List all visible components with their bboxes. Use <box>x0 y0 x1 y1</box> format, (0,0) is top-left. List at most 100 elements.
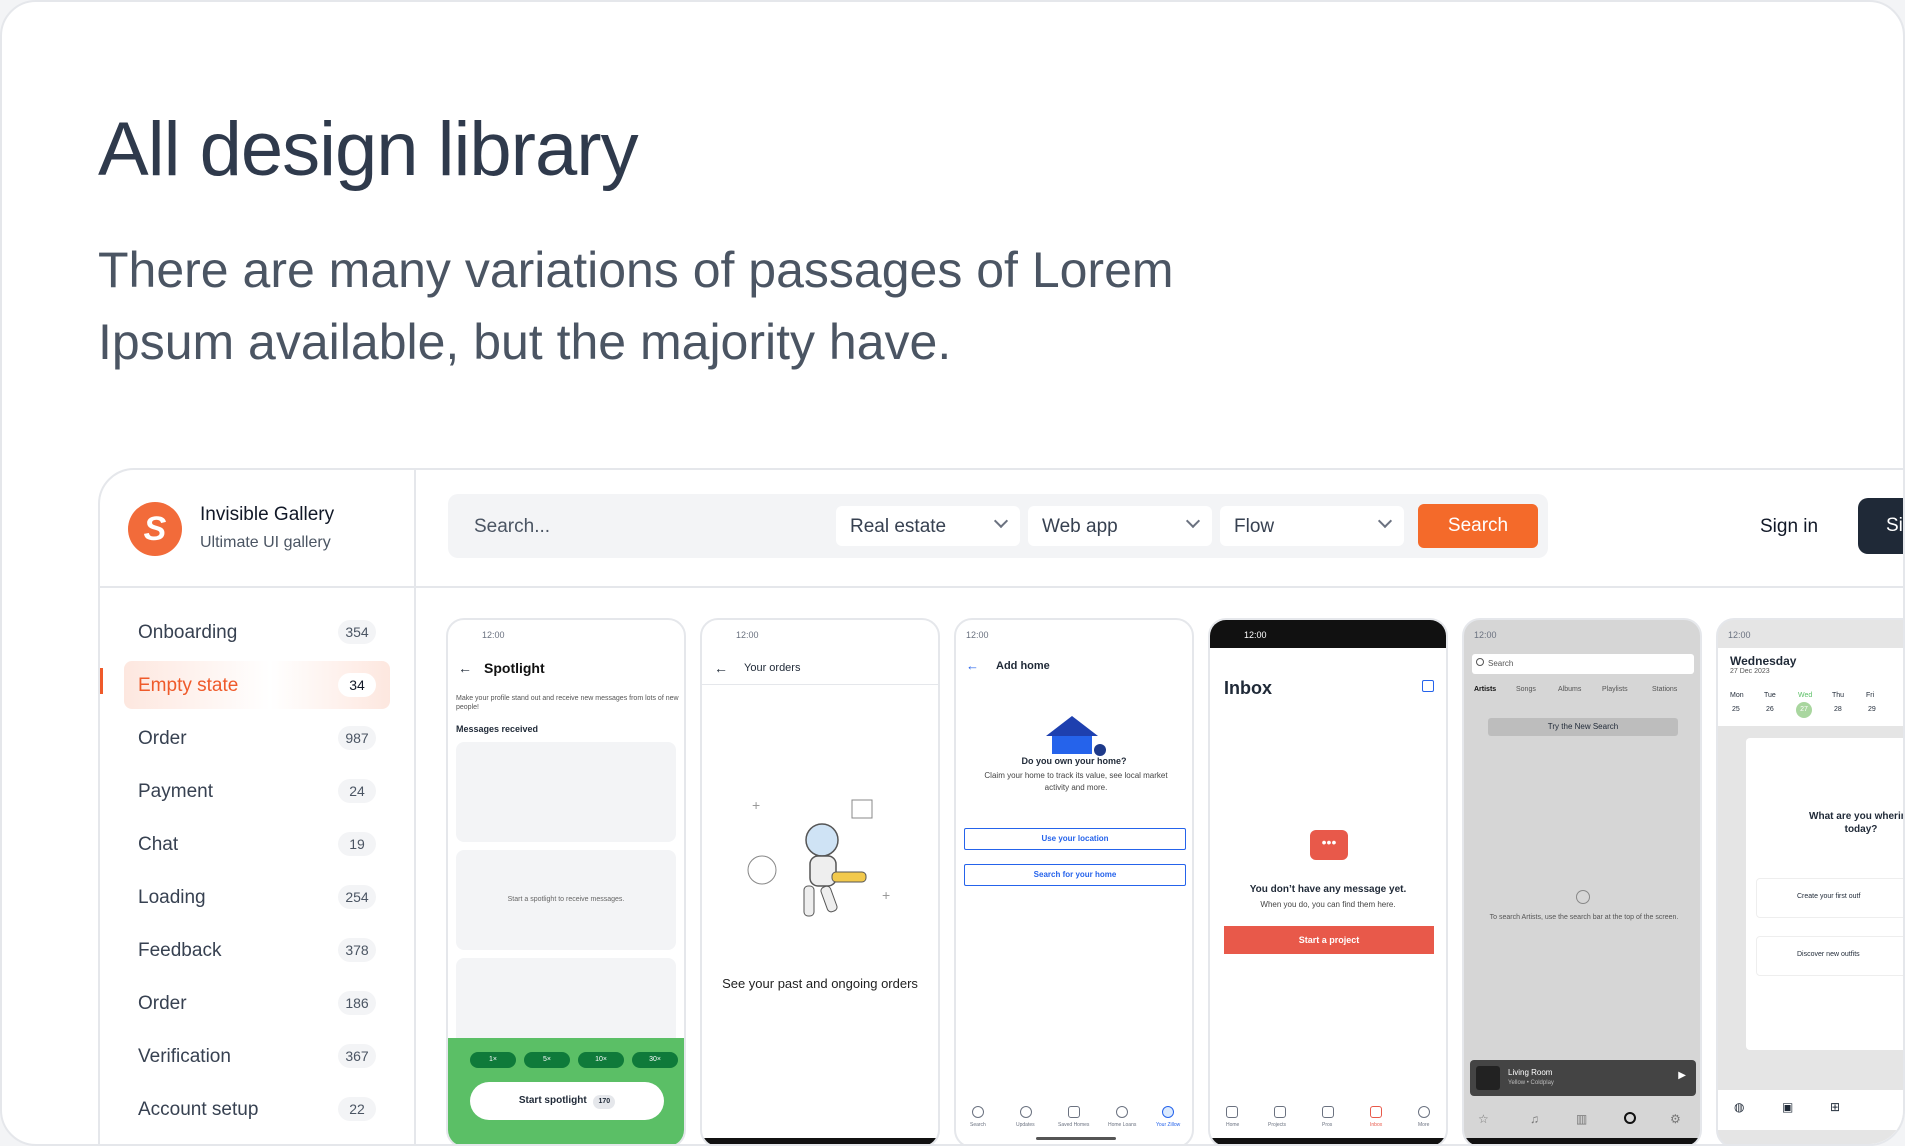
back-arrow-icon: ← <box>966 658 979 673</box>
play-icon[interactable]: ▶ <box>1678 1070 1686 1081</box>
create-outfit-option[interactable]: Create your first outf <box>1756 878 1903 918</box>
message-placeholder <box>456 742 676 842</box>
start-project-button[interactable]: Start a project <box>1224 926 1434 954</box>
sidebar-item-verification[interactable]: Verification 367 <box>124 1032 390 1080</box>
sidebar-item-onboarding[interactable]: Onboarding 354 <box>124 608 390 656</box>
clipboard-icon[interactable] <box>1274 1106 1286 1118</box>
star-icon[interactable]: ☆ <box>1478 1112 1489 1126</box>
chart-icon[interactable]: ▥ <box>1576 1112 1587 1126</box>
active-indicator <box>100 668 103 694</box>
profile-icon[interactable] <box>1162 1106 1174 1118</box>
date-27-selected[interactable]: 27 <box>1796 702 1812 718</box>
filter-category-value: Real estate <box>850 516 947 537</box>
date-25[interactable]: 25 <box>1732 706 1740 713</box>
sidebar-item-chat[interactable]: Chat 19 <box>124 820 390 868</box>
bottom-bar <box>702 1138 938 1144</box>
tab-playlists[interactable]: Playlists <box>1602 686 1628 693</box>
status-time: 12:00 <box>482 630 505 640</box>
count-badge: 34 <box>338 673 376 697</box>
discover-outfits-option[interactable]: Discover new outfits <box>1756 936 1903 976</box>
tab-label: Pros <box>1322 1122 1333 1128</box>
bottom-bar <box>1210 1138 1446 1144</box>
screen-card-inbox[interactable]: 12:00 Inbox ••• You don’t have any messa… <box>1208 618 1448 1144</box>
wardrobe-icon[interactable]: ▣ <box>1782 1100 1793 1114</box>
pros-icon[interactable] <box>1322 1106 1334 1118</box>
cart-icon[interactable]: ⊞ <box>1830 1100 1840 1114</box>
screen-card-spotlight[interactable]: 12:00 ← Spotlight Make your profile stan… <box>446 618 686 1144</box>
count-badge: 367 <box>338 1044 376 1068</box>
chip[interactable]: 1× <box>470 1052 516 1068</box>
inbox-icon[interactable] <box>1370 1106 1382 1118</box>
search-field[interactable]: Search <box>1472 654 1694 674</box>
now-playing-bar[interactable]: Living Room Yellow • Coldplay ▶ <box>1470 1060 1696 1096</box>
try-new-search-button[interactable]: Try the New Search <box>1488 718 1678 736</box>
search-home-button[interactable]: Search for your home <box>964 864 1186 886</box>
search-button[interactable]: Search <box>1418 504 1538 548</box>
tab-artists[interactable]: Artists <box>1474 686 1496 693</box>
globe-icon[interactable]: ◍ <box>1734 1100 1744 1114</box>
chip[interactable]: 30× <box>632 1052 678 1068</box>
sidebar-item-order-2[interactable]: Order 186 <box>124 979 390 1027</box>
heart-icon[interactable] <box>1068 1106 1080 1118</box>
svg-text:+: + <box>752 797 760 813</box>
search-input[interactable]: Search... <box>474 516 550 538</box>
screen-card-add-home[interactable]: 12:00 ← Add home Do you own your home? C… <box>954 618 1194 1144</box>
chat-bubble-icon: ••• <box>1310 830 1348 860</box>
chip[interactable]: 10× <box>578 1052 624 1068</box>
tab-albums[interactable]: Albums <box>1558 686 1581 693</box>
screen-card-orders[interactable]: 12:00 ← Your orders + + See your past an… <box>700 618 940 1144</box>
search-icon[interactable] <box>1624 1112 1636 1124</box>
home-icon[interactable] <box>1226 1106 1238 1118</box>
sign-up-button[interactable]: Si <box>1858 498 1903 554</box>
compose-icon[interactable] <box>1422 680 1434 692</box>
cta-label: Start spotlight <box>518 1095 587 1106</box>
bottom-tab-bar: ◍ ▣ ⊞ <box>1718 1090 1903 1130</box>
divider <box>702 684 938 685</box>
dollar-icon[interactable] <box>1116 1106 1128 1118</box>
tab-stations[interactable]: Stations <box>1652 686 1677 693</box>
tab-label: Your Zillow <box>1156 1122 1181 1128</box>
search-icon[interactable] <box>972 1106 984 1118</box>
date-28[interactable]: 28 <box>1834 706 1842 713</box>
filter-category-dropdown[interactable]: Real estate <box>836 506 1020 546</box>
date-29[interactable]: 29 <box>1868 706 1876 713</box>
page-title: All design library <box>98 107 639 192</box>
filter-platform-dropdown[interactable]: Web app <box>1028 506 1212 546</box>
search-icon <box>1476 658 1484 666</box>
count-badge: 254 <box>338 885 376 909</box>
bottom-bar <box>1464 1138 1700 1144</box>
tab-label: Saved Homes <box>1058 1122 1090 1128</box>
music-note-icon[interactable]: ♫ <box>1530 1112 1539 1126</box>
screen-card-music-search[interactable]: 12:00 Search Artists Songs Albums Playli… <box>1462 618 1702 1144</box>
question-heading: Do you own your home? <box>1021 756 1127 766</box>
start-spotlight-button[interactable]: Start spotlight 170 <box>470 1082 664 1120</box>
sign-in-link[interactable]: Sign in <box>1760 516 1818 538</box>
empty-title: You don’t have any message yet. <box>1249 884 1407 895</box>
filter-type-dropdown[interactable]: Flow <box>1220 506 1404 546</box>
weekday-thu: Thu <box>1832 692 1845 699</box>
use-location-button[interactable]: Use your location <box>964 828 1186 850</box>
gear-icon[interactable]: ⚙ <box>1670 1112 1681 1126</box>
sidebar-item-account-setup[interactable]: Account setup 22 <box>124 1085 390 1133</box>
sidebar-item-loading[interactable]: Loading 254 <box>124 873 390 921</box>
sidebar-item-empty-state[interactable]: Empty state 34 <box>124 661 390 709</box>
screen-card-outfit-planner[interactable]: 12:00 Wednesday 27 Dec 2023 Mon Tue Wed … <box>1716 618 1903 1144</box>
brand-logo-icon[interactable]: S <box>128 502 182 556</box>
chip[interactable]: 5× <box>524 1052 570 1068</box>
back-arrow-icon: ← <box>458 660 472 676</box>
tab-songs[interactable]: Songs <box>1516 686 1536 693</box>
weekday-wed: Wed <box>1798 692 1813 699</box>
sidebar-item-feedback[interactable]: Feedback 378 <box>124 926 390 974</box>
sidebar-item-payment[interactable]: Payment 24 <box>124 767 390 815</box>
date-subtitle: 27 Dec 2023 <box>1730 668 1770 675</box>
bottom-tab-bar: Search Updates Saved Homes Home Loans Yo… <box>956 1106 1192 1128</box>
sidebar-item-label: Payment <box>138 781 213 802</box>
date-26[interactable]: 26 <box>1766 706 1774 713</box>
question-description: Claim your home to track its value, see … <box>984 771 1168 792</box>
more-icon[interactable] <box>1418 1106 1430 1118</box>
status-time: 12:00 <box>1728 630 1751 640</box>
astronaut-illustration: + + <box>747 797 890 917</box>
sidebar-item-order[interactable]: Order 987 <box>124 714 390 762</box>
updates-icon[interactable] <box>1020 1106 1032 1118</box>
sidebar-item-label: Account setup <box>138 1099 259 1120</box>
